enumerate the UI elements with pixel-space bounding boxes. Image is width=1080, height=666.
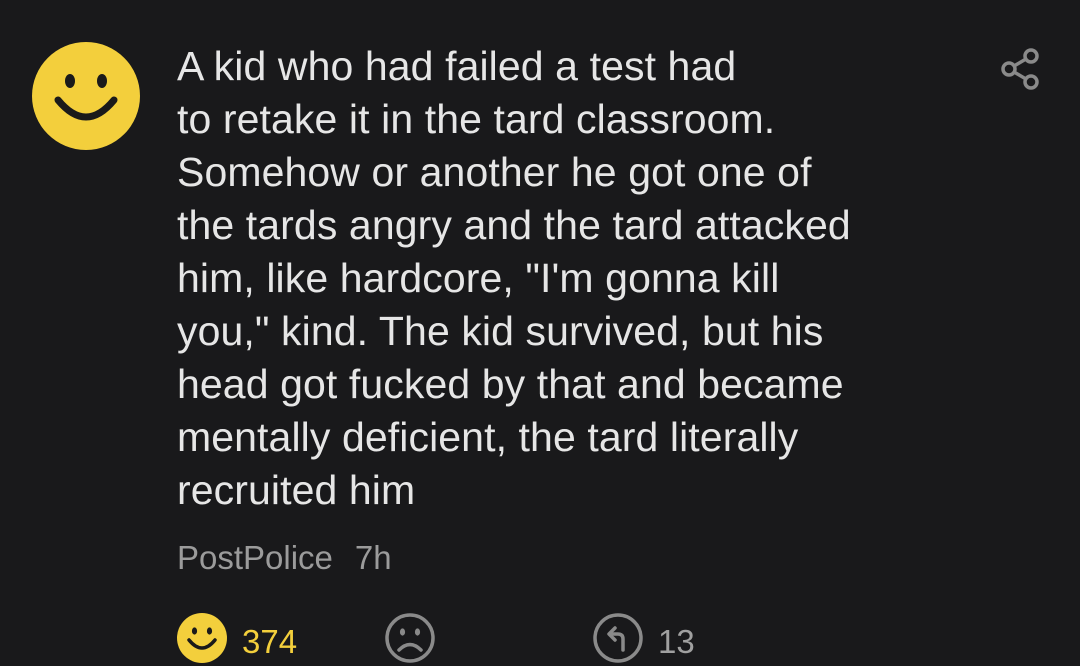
reply-arrow-icon <box>593 613 643 663</box>
action-bar: 374 13 <box>0 612 1080 666</box>
post-time: 7h <box>354 539 392 576</box>
comment-text: A kid who had failed a test had to retak… <box>177 43 851 513</box>
comment-meta: PostPolice 7h <box>177 538 392 578</box>
smiley-like-icon <box>177 613 227 663</box>
dislike-button[interactable] <box>384 612 436 666</box>
comment-post: A kid who had failed a test had to retak… <box>0 0 1080 666</box>
reply-button[interactable]: 13 <box>592 612 695 666</box>
reply-count: 13 <box>658 623 695 660</box>
frowny-dislike-icon <box>385 613 435 663</box>
like-button[interactable]: 374 <box>176 612 297 666</box>
avatar-smiley-icon[interactable] <box>32 42 140 150</box>
author-name[interactable]: PostPolice <box>177 539 333 576</box>
like-count: 374 <box>242 623 298 660</box>
